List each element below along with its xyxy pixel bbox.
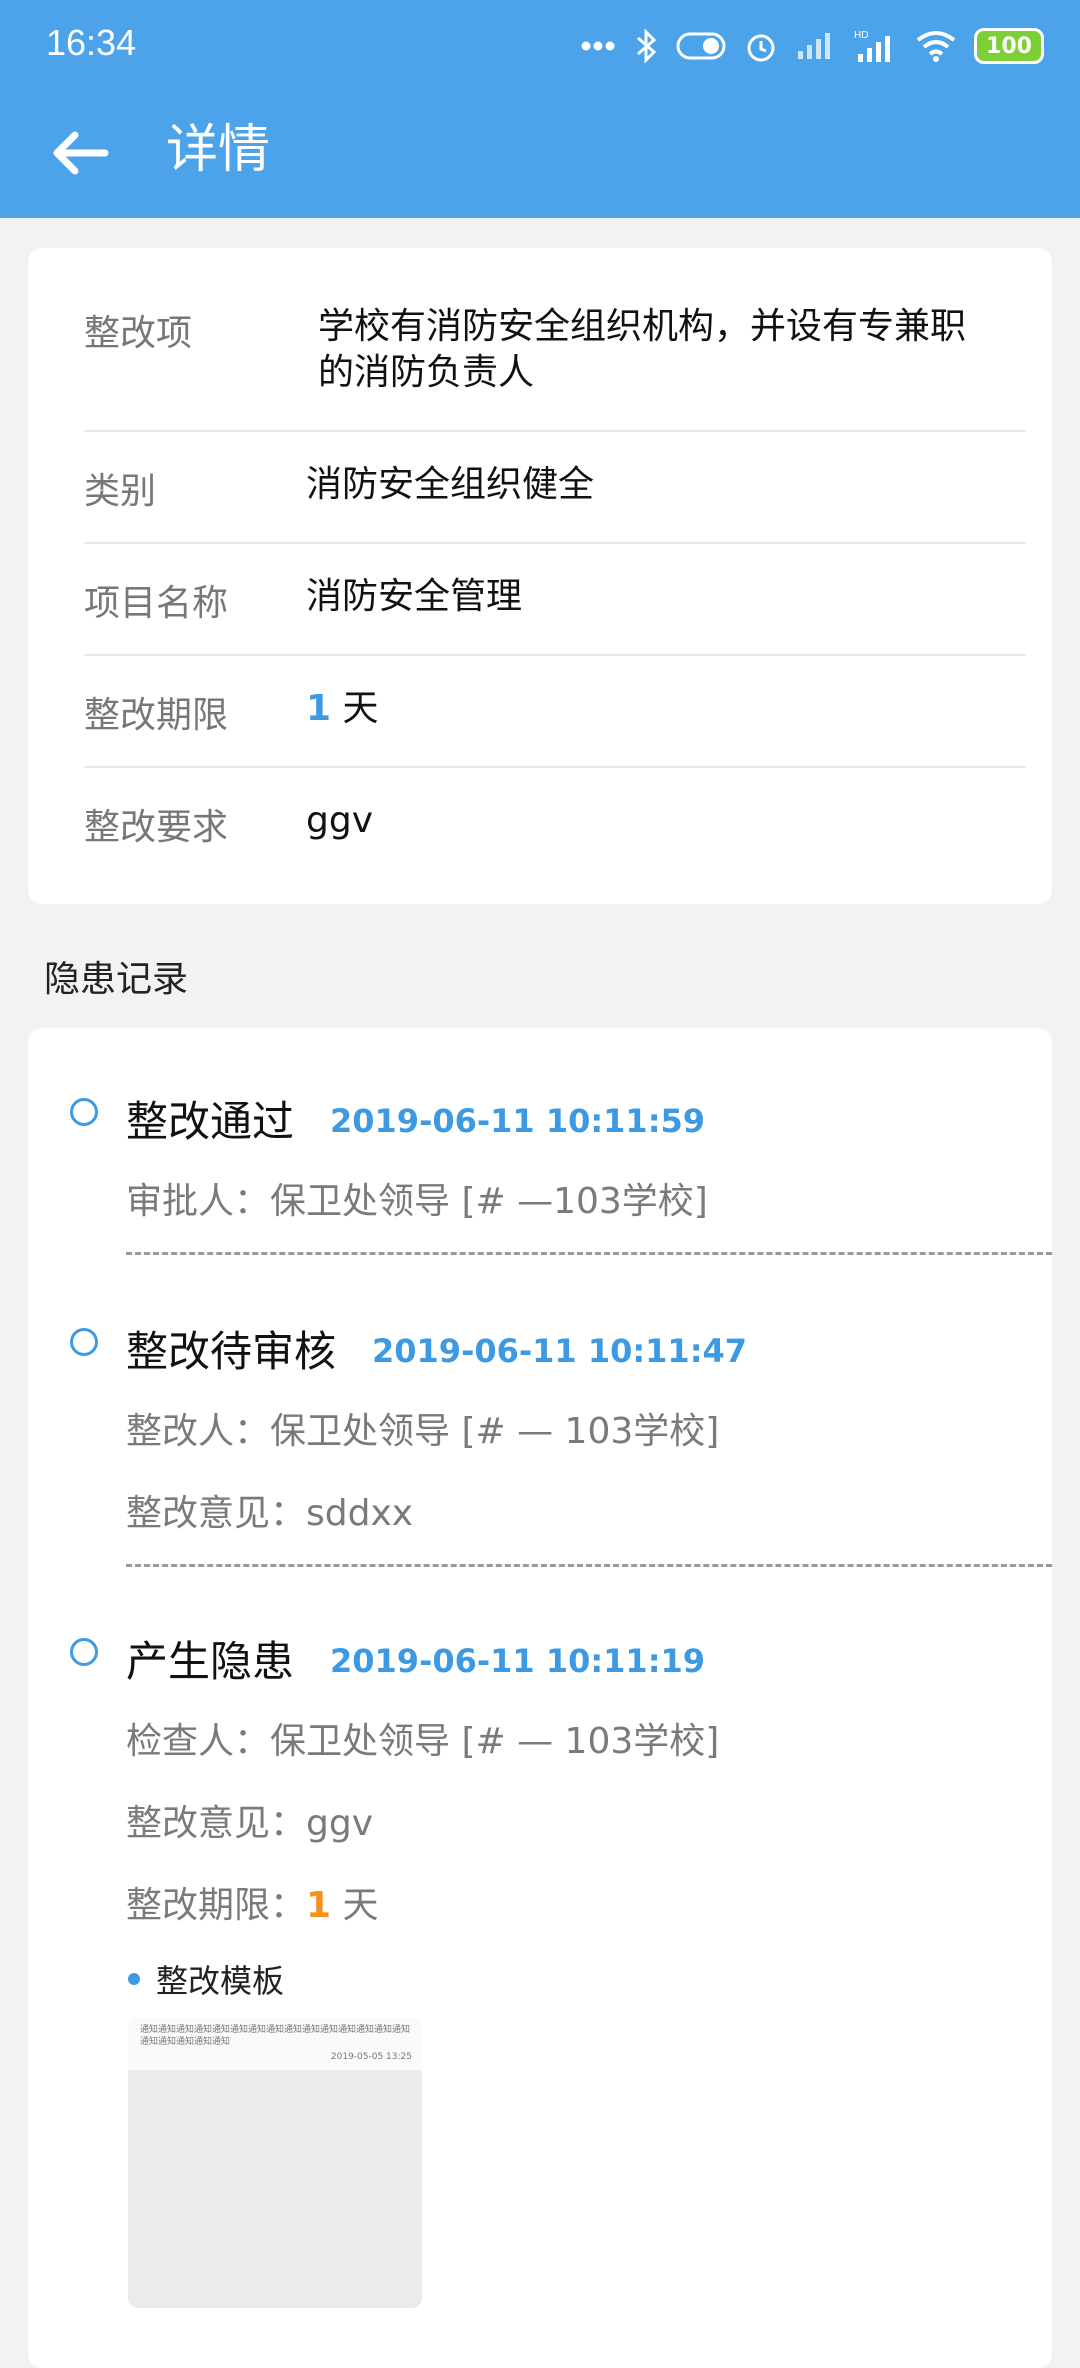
detail-row-requirement: 整改要求 ggv [84,798,1026,850]
detail-card: 整改项 学校有消防安全组织机构，并设有专兼职的消防负责人 类别 消防安全组织健全… [28,248,1052,904]
signal-icon [798,33,830,59]
deadline-unit: 天 [342,1885,379,1926]
template-thumbnail[interactable]: 通知通知通知通知通知通知通知通知通知通知通知通知通知通知通知通知通知通知通知通知… [128,2018,422,2308]
status-bar: 16:34 HD 100 [0,0,1080,92]
detail-label: 整改项 [84,313,193,354]
detail-row-item: 整改项 学校有消防安全组织机构，并设有专兼职的消防负责人 [84,304,1026,396]
detail-value: ggv [306,800,374,841]
record-status: 整改通过 [126,1097,295,1146]
divider [84,654,1026,656]
toggle-icon [676,32,726,60]
deadline-number: 1 [306,1885,332,1926]
deadline-label: 整改期限： [126,1885,307,1926]
record-status: 产生隐患 [126,1637,295,1686]
timeline-dot-icon [70,1638,98,1666]
bluetooth-icon [637,28,657,64]
app-bar: 详情 [0,92,1080,218]
back-arrow-icon [53,131,109,175]
svg-text:HD: HD [854,30,868,41]
deadline-unit: 天 [342,688,379,729]
bullet-icon [128,1973,140,1985]
detail-label: 整改期限 [84,695,229,736]
record-deadline: 整改期限：1 天 [126,1876,379,1928]
divider [84,542,1026,544]
status-icons: HD 100 [580,18,1044,74]
wifi-icon [916,31,956,62]
more-dots-icon [581,41,615,51]
record-time: 2019-06-11 10:11:47 [372,1332,748,1370]
thumbnail-date: 2019-05-05 13:25 [330,2052,412,2062]
detail-label: 类别 [84,471,157,512]
record-line: 整改人：保卫处领导 [# — 103学校] [126,1411,720,1452]
records-section-title: 隐患记录 [44,959,189,1000]
alarm-icon [747,34,775,62]
record-separator [126,1564,1052,1567]
template-label: 整改模板 [156,1962,285,2000]
back-button[interactable] [44,118,114,188]
divider [84,430,1026,432]
detail-row-project: 项目名称 消防安全管理 [84,574,1026,626]
deadline-number: 1 [306,688,332,729]
timeline-dot-icon [70,1328,98,1356]
record-line: 检查人：保卫处领导 [# — 103学校] [126,1721,720,1762]
detail-value: 学校有消防安全组织机构，并设有专兼职的消防负责人 [318,306,967,393]
record-line: 审批人：保卫处领导 [# —103学校] [126,1181,708,1222]
page-title: 详情 [166,120,271,180]
hd-signal-icon: HD [854,30,890,62]
detail-label: 项目名称 [84,583,229,624]
template-section: 整改模板 [128,1956,284,2002]
record-separator [126,1252,1052,1255]
record-line: 整改意见：ggv [126,1803,374,1844]
record-time: 2019-06-11 10:11:59 [330,1102,706,1140]
detail-value: 1 天 [306,686,379,738]
timeline-dot-icon [70,1098,98,1126]
detail-label: 整改要求 [84,807,229,848]
top-bar: 16:34 HD 100 详情 [0,0,1080,218]
divider [84,766,1026,768]
record-status: 整改待审核 [126,1327,337,1376]
detail-row-category: 类别 消防安全组织健全 [84,462,1026,514]
record-time: 2019-06-11 10:11:19 [330,1642,706,1680]
thumbnail-text: 通知通知通知通知通知通知通知通知通知通知通知通知通知通知通知通知通知通知通知通知 [140,2025,411,2047]
detail-row-deadline: 整改期限 1 天 [84,686,1026,738]
record-line: 整改意见：sddxx [126,1493,414,1534]
status-time: 16:34 [46,22,137,63]
detail-value: 消防安全管理 [306,576,523,617]
detail-value: 消防安全组织健全 [306,464,595,505]
battery-icon: 100 [974,28,1044,64]
